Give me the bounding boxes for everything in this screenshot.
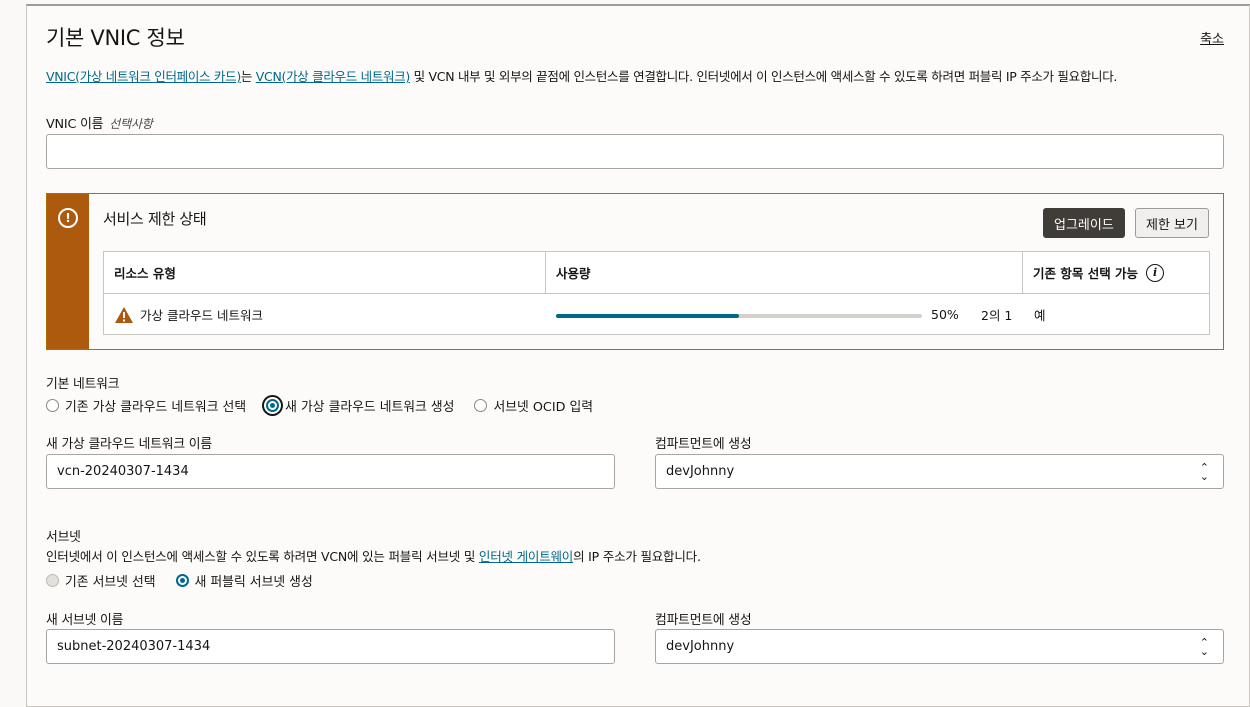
radio-new-public-subnet[interactable]: 새 퍼블릭 서브넷 생성 [175, 571, 313, 590]
column-header-resource: 리소스 유형 [104, 252, 546, 294]
radio-button[interactable] [46, 399, 59, 412]
collapse-link[interactable]: 축소 [1200, 28, 1224, 47]
radio-button[interactable] [474, 399, 488, 412]
vcn-doc-link[interactable]: VCN(가상 클라우드 네트워크) [256, 69, 411, 84]
resource-cell: 가상 클라우드 네트워크 [114, 294, 534, 335]
service-limit-title: 서비스 제한 상태 [103, 210, 207, 228]
new-vcn-name-label: 새 가상 클라우드 네트워크 이름 [46, 437, 212, 452]
internet-gateway-link[interactable]: 인터넷 게이트웨이 [479, 549, 573, 564]
vnic-doc-link[interactable]: VNIC(가상 네트워크 인터페이스 카드) [46, 69, 241, 84]
new-vcn-name-input[interactable] [46, 454, 615, 489]
column-header-usage: 사용량 [546, 252, 1023, 294]
vcn-compartment-label: 컴파트먼트에 생성 [655, 437, 752, 452]
primary-network-label: 기본 네트워크 [46, 377, 120, 392]
chevron-up-down-icon: ⌃ ⌄ [1199, 460, 1209, 483]
section-title: 기본 VNIC 정보 [46, 26, 185, 50]
primary-vnic-panel [26, 4, 1250, 707]
subnet-compartment-select[interactable]: devJohnny ⌃ ⌄ [655, 629, 1224, 664]
new-subnet-name-input[interactable] [46, 629, 615, 664]
radio-existing-vcn[interactable]: 기존 가상 클라우드 네트워크 선택 [46, 396, 246, 415]
service-limit-alert: ! 서비스 제한 상태 업그레이드 제한 보기 리소스 유형 사용량 기존 항목… [46, 193, 1224, 350]
warning-triangle-icon [115, 306, 133, 323]
vnic-name-input[interactable] [46, 134, 1224, 169]
radio-existing-subnet[interactable]: 기존 서브넷 선택 [46, 571, 156, 590]
usage-percent: 50% [931, 307, 959, 322]
usage-count: 2의 1 [981, 308, 1013, 323]
subnet-description: 인터넷에서 이 인스턴스에 액세스할 수 있도록 하려면 VCN에 있는 퍼블릭… [46, 549, 701, 564]
existing-selectable-value: 예 [1034, 308, 1046, 323]
usage-progress-fill [556, 314, 739, 318]
column-header-existing: 기존 항목 선택 가능 i [1023, 252, 1209, 294]
radio-button-disabled[interactable] [46, 574, 59, 587]
info-icon[interactable]: i [1146, 263, 1165, 282]
subnet-compartment-label: 컴파트먼트에 생성 [655, 613, 752, 628]
subnet-label: 서브넷 [46, 530, 81, 545]
section-description: VNIC(가상 네트워크 인터페이스 카드)는 VCN(가상 클라우드 네트워크… [46, 69, 1118, 84]
primary-network-radio-group: 기존 가상 클라우드 네트워크 선택 새 가상 클라우드 네트워크 생성 서브넷… [46, 396, 605, 415]
optional-hint: 선택사항 [109, 117, 153, 131]
chevron-up-down-icon: ⌃ ⌄ [1199, 635, 1209, 658]
subnet-radio-group: 기존 서브넷 선택 새 퍼블릭 서브넷 생성 [46, 571, 325, 590]
warning-circle-icon: ! [58, 208, 78, 228]
warning-strip: ! [47, 194, 89, 349]
service-limit-table: 리소스 유형 사용량 기존 항목 선택 가능 i 가상 클라우드 네트워크 50%… [103, 251, 1210, 335]
radio-button-selected[interactable] [266, 399, 280, 412]
vnic-name-label: VNIC 이름 선택사항 [46, 117, 153, 132]
radio-button-selected[interactable] [175, 574, 189, 587]
view-limits-button[interactable]: 제한 보기 [1135, 208, 1209, 238]
vcn-compartment-select[interactable]: devJohnny ⌃ ⌄ [655, 454, 1224, 489]
radio-subnet-ocid[interactable]: 서브넷 OCID 입력 [474, 396, 593, 415]
usage-progress-bar [556, 314, 922, 318]
new-subnet-name-label: 새 서브넷 이름 [46, 613, 124, 628]
upgrade-button[interactable]: 업그레이드 [1043, 208, 1125, 238]
radio-new-vcn[interactable]: 새 가상 클라우드 네트워크 생성 [266, 396, 454, 415]
